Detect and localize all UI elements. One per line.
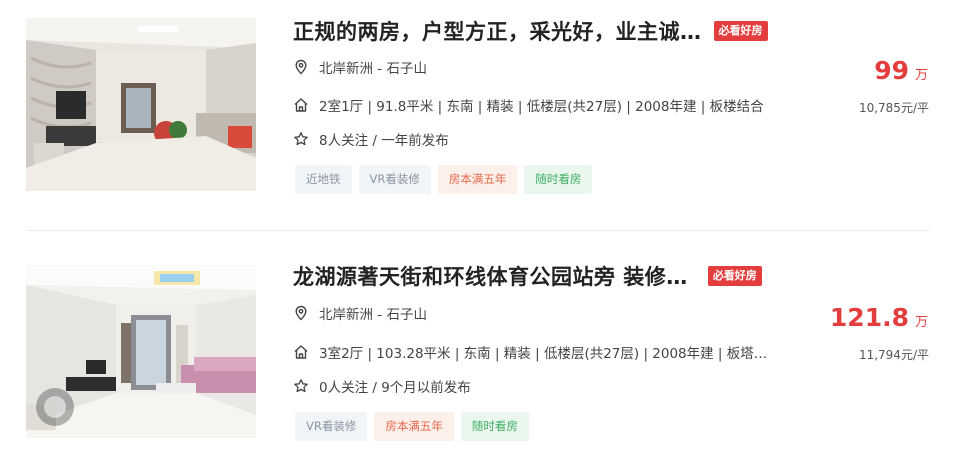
total-price-unit: 万 <box>914 68 928 83</box>
location-row: 北岸新洲 - 石子山 <box>293 303 427 323</box>
tag-viewing-anytime: 随时看房 <box>524 165 593 194</box>
must-see-badge: 必看好房 <box>707 266 762 286</box>
tag-near-subway: 近地铁 <box>295 165 352 194</box>
unit-price: 11,794元/平 <box>858 348 929 362</box>
follow-info-text: 8人关注 / 一年前发布 <box>319 133 449 149</box>
location-text[interactable]: 北岸新洲 - 石子山 <box>319 303 427 323</box>
house-icon <box>293 344 309 360</box>
follow-row: 8人关注 / 一年前发布 <box>293 129 449 149</box>
location-row: 北岸新洲 - 石子山 <box>293 57 427 77</box>
listing-item[interactable]: 龙湖源著天街和环线体育公园站旁 装修… 必看好房 北岸新洲 - 石子山 3室2厅… <box>0 246 960 446</box>
total-price-value: 121.8 <box>829 303 909 332</box>
tag-list: 近地铁 VR看装修 房本满五年 随时看房 <box>295 165 599 194</box>
unit-price: 10,785元/平 <box>858 101 929 115</box>
divider <box>26 230 930 231</box>
follow-row: 0人关注 / 9个月以前发布 <box>293 376 471 396</box>
vr-badge-icon[interactable] <box>36 388 74 426</box>
total-price: 121.8 万 <box>830 303 928 332</box>
tag-vr-decoration: VR看装修 <box>295 412 368 441</box>
house-icon <box>293 97 309 113</box>
tag-deed-five-years: 房本满五年 <box>437 165 518 194</box>
tag-deed-five-years: 房本满五年 <box>374 412 454 441</box>
total-price-unit: 万 <box>914 315 928 330</box>
total-price: 99 万 <box>874 56 928 85</box>
follow-info-text: 0人关注 / 9个月以前发布 <box>319 380 471 396</box>
house-info-row: 2室1厅 | 91.8平米 | 东南 | 精装 | 低楼层(共27层) | 20… <box>293 95 764 115</box>
listing-photo[interactable] <box>26 265 256 438</box>
tag-list: VR看装修 房本满五年 随时看房 <box>295 412 536 441</box>
location-pin-icon <box>293 59 309 75</box>
house-info-row: 3室2厅 | 103.28平米 | 东南 | 精装 | 低楼层(共27层) | … <box>293 342 767 362</box>
location-pin-icon <box>293 305 309 321</box>
total-price-value: 99 <box>874 56 909 85</box>
listing-title[interactable]: 龙湖源著天街和环线体育公园站旁 装修… <box>293 261 688 291</box>
living-room-photo <box>26 18 256 191</box>
star-icon <box>293 131 309 147</box>
listing-photo[interactable] <box>26 18 256 191</box>
must-see-badge: 必看好房 <box>713 21 768 41</box>
tag-vr-decoration: VR看装修 <box>358 165 431 194</box>
house-info-text: 2室1厅 | 91.8平米 | 东南 | 精装 | 低楼层(共27层) | 20… <box>319 99 764 115</box>
house-info-text: 3室2厅 | 103.28平米 | 东南 | 精装 | 低楼层(共27层) | … <box>319 346 768 362</box>
location-text[interactable]: 北岸新洲 - 石子山 <box>319 57 427 77</box>
star-icon <box>293 378 309 394</box>
listing-item[interactable]: 正规的两房，户型方正，采光好，业主诚… 必看好房 北岸新洲 - 石子山 2室1厅… <box>0 0 960 200</box>
listing-title[interactable]: 正规的两房，户型方正，采光好，业主诚… <box>293 16 702 46</box>
tag-viewing-anytime: 随时看房 <box>460 412 529 441</box>
